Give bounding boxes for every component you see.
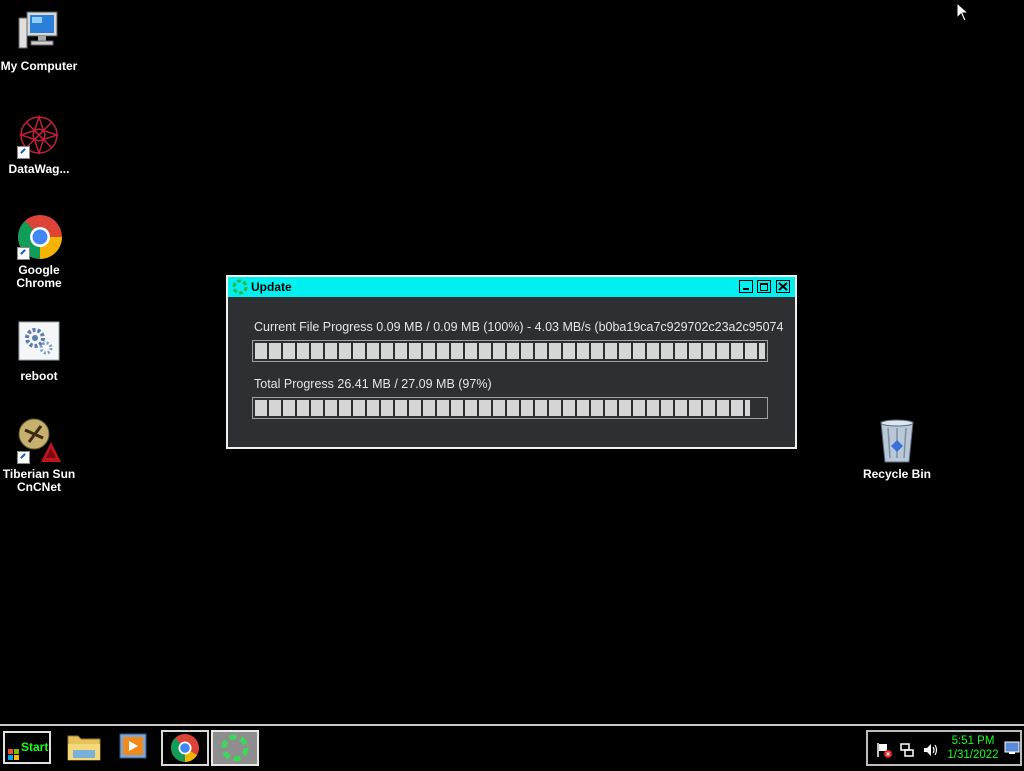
- desktop-icon-label: Recycle Bin: [862, 467, 932, 481]
- taskbar-media-player[interactable]: [111, 730, 155, 766]
- desktop-icon-label: Tiberian Sun CnCNet: [2, 467, 76, 494]
- network-icon[interactable]: [899, 742, 915, 763]
- windows-flag-icon: [8, 742, 20, 771]
- action-center-flag-icon[interactable]: [876, 742, 892, 763]
- mouse-cursor-icon: [956, 1, 970, 27]
- desktop-icon-datawag[interactable]: DataWag...: [0, 113, 78, 176]
- total-progress-bar: [252, 397, 768, 419]
- window-title: Update: [251, 280, 292, 294]
- volume-icon[interactable]: [922, 742, 938, 763]
- update-app-icon: [221, 734, 249, 762]
- maximize-button[interactable]: [757, 280, 771, 293]
- desktop-icon-label: Google Chrome: [16, 263, 62, 290]
- taskbar-google-chrome[interactable]: [161, 730, 209, 766]
- taskbar: Start 5:51 PM 1/31/2022: [0, 724, 1024, 768]
- close-icon: [778, 282, 788, 291]
- system-tray: 5:51 PM 1/31/2022: [866, 730, 1022, 766]
- media-player-icon: [119, 733, 147, 759]
- minimize-button[interactable]: [739, 280, 753, 293]
- desktop-icon-google-chrome[interactable]: Google Chrome: [0, 214, 78, 290]
- current-file-progress-label: Current File Progress 0.09 MB / 0.09 MB …: [254, 320, 784, 334]
- total-progress-label: Total Progress 26.41 MB / 27.09 MB (97%): [254, 377, 492, 391]
- show-desktop-icon[interactable]: [1004, 741, 1020, 760]
- desktop-icon-label: reboot: [20, 369, 58, 383]
- current-file-progress-bar: [252, 340, 768, 362]
- shortcut-arrow-icon: [17, 146, 30, 159]
- update-window[interactable]: Update Current File Progress 0.09 MB / 0…: [226, 275, 797, 449]
- chrome-icon: [171, 734, 199, 762]
- start-button[interactable]: Start: [3, 731, 51, 764]
- taskbar-update-app[interactable]: [211, 730, 259, 766]
- clock-time: 5:51 PM: [951, 735, 995, 747]
- shortcut-arrow-icon: [17, 451, 30, 464]
- desktop-icon-recycle-bin[interactable]: Recycle Bin: [858, 418, 936, 481]
- taskbar-clock[interactable]: 5:51 PM 1/31/2022: [944, 734, 1002, 762]
- tiberian-sun-icon: [15, 418, 63, 464]
- clock-date: 1/31/2022: [947, 749, 999, 761]
- computer-icon: [15, 10, 63, 56]
- folder-icon: [67, 735, 101, 761]
- datawag-icon: [15, 113, 63, 159]
- taskbar-file-explorer[interactable]: [64, 730, 108, 766]
- desktop-icon-reboot[interactable]: reboot: [0, 320, 78, 383]
- desktop-icon-label: My Computer: [0, 59, 78, 73]
- update-window-titlebar[interactable]: Update: [228, 277, 795, 297]
- desktop-icon-my-computer[interactable]: My Computer: [0, 10, 78, 73]
- start-label: Start: [21, 740, 49, 754]
- reboot-gear-icon: [15, 320, 63, 366]
- recycle-bin-icon: [873, 418, 921, 464]
- shortcut-arrow-icon: [17, 247, 30, 260]
- update-app-icon: [232, 279, 248, 295]
- total-progress-fill: [255, 400, 750, 416]
- desktop-icon-tiberian-sun[interactable]: Tiberian Sun CnCNet: [0, 418, 78, 494]
- current-file-progress-fill: [255, 343, 765, 359]
- close-button[interactable]: [776, 280, 790, 293]
- desktop-icon-label: DataWag...: [8, 162, 70, 176]
- chrome-icon: [15, 214, 63, 260]
